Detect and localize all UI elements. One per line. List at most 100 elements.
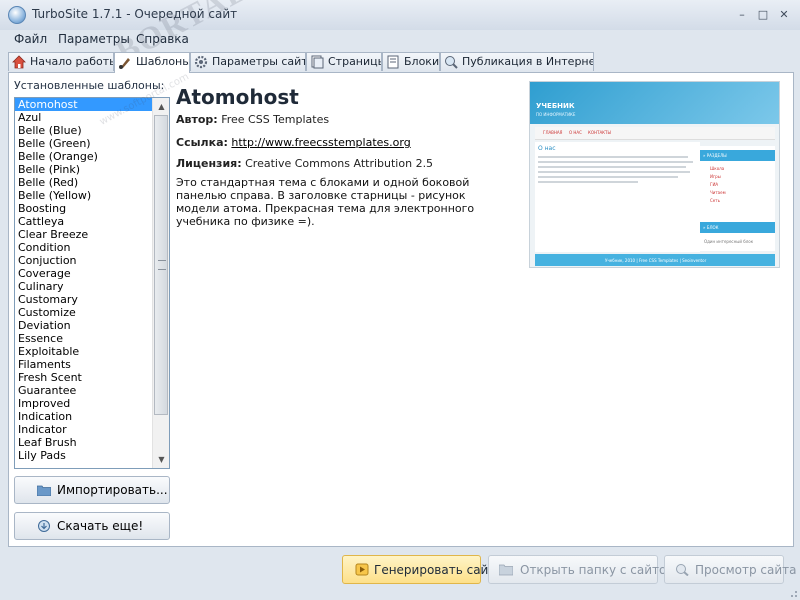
template-list-item[interactable]: Cattleya (15, 215, 152, 228)
template-list-item[interactable]: Coverage (15, 267, 152, 280)
tab-site-params[interactable]: Параметры сайта (190, 52, 306, 71)
download-icon (38, 520, 50, 532)
tab-strip: Начало работы Шаблоны Параметры сайта Ст… (8, 52, 792, 73)
template-list-item[interactable]: Belle (Red) (15, 176, 152, 189)
preview-sidebar-text: Один интересный блок (704, 239, 754, 244)
template-preview: УЧЕБНИК ПО ИНФОРМАТИКЕ ГЛАВНАЯ О НАС КОН… (529, 81, 780, 268)
license-value: Creative Commons Attribution 2.5 (245, 157, 434, 170)
template-list-item[interactable]: Essence (15, 332, 152, 345)
tab-templates[interactable]: Шаблоны (114, 52, 190, 73)
template-list-item[interactable]: Belle (Pink) (15, 163, 152, 176)
minimize-button[interactable]: – (734, 8, 750, 22)
preview-sidebar-head: » БЛОК (700, 222, 775, 233)
view-site-button[interactable]: Просмотр сайта (664, 555, 797, 584)
template-list-item[interactable]: Leaf Brush (15, 436, 152, 449)
template-list-item[interactable]: Lily Pads (15, 449, 152, 462)
folder-icon (37, 485, 51, 496)
template-list-item[interactable]: Conjuction (15, 254, 152, 267)
blocks-icon (387, 55, 399, 69)
template-list-item[interactable]: Boosting (15, 202, 152, 215)
preview-text-line (538, 156, 688, 158)
magnifier-icon (676, 564, 689, 576)
template-list-item[interactable]: Exploitable (15, 345, 152, 358)
tab-blocks[interactable]: Блоки (382, 52, 440, 71)
close-button[interactable]: ✕ (776, 8, 792, 22)
tab-blocks-label: Блоки (404, 55, 440, 68)
tab-pages[interactable]: Страницы (306, 52, 382, 71)
preview-sidebar-item: Игры (710, 174, 721, 179)
template-list-item[interactable]: Fresh Scent (15, 371, 152, 384)
tab-publish[interactable]: Публикация в Интернете (440, 52, 594, 71)
preview-sidebar-item: Школа (710, 166, 725, 171)
template-list-item[interactable]: Culinary (15, 280, 152, 293)
template-list-item[interactable]: Filaments (15, 358, 152, 371)
import-button-label: Импортировать... (57, 483, 168, 497)
preview-sidebar-item: ГИА (710, 182, 719, 187)
generate-icon (355, 563, 369, 576)
maximize-button[interactable]: □ (755, 8, 771, 22)
templates-caption: Установленные шаблоны: (14, 79, 165, 92)
preview-sidebar-head-text: » БЛОК (703, 225, 719, 230)
preview-text-line (538, 161, 693, 163)
link-label: Ссылка: (176, 136, 228, 149)
view-site-label: Просмотр сайта (695, 563, 797, 577)
grip-icon (158, 260, 166, 270)
list-scrollbar[interactable]: ▲ ▼ (152, 98, 169, 468)
link-url[interactable]: http://www.freecsstemplates.org (231, 136, 410, 149)
template-list-item[interactable]: Belle (Orange) (15, 150, 152, 163)
generate-site-button[interactable]: Генерировать сайт (342, 555, 495, 584)
templates-list-items: Atomohost Azul Belle (Blue) Belle (Green) Be… (15, 98, 152, 462)
theme-name: Atomohost (176, 85, 299, 109)
preview-nav: ГЛАВНАЯ О НАС КОНТАКТЫ (535, 127, 775, 140)
tab-templates-label: Шаблоны (136, 55, 190, 68)
tab-start-label: Начало работы (30, 55, 114, 68)
template-list-item[interactable]: Belle (Yellow) (15, 189, 152, 202)
open-folder-button[interactable]: Открыть папку с сайтом (488, 555, 675, 584)
preview-text-line (538, 171, 690, 173)
preview-nav-item: О НАС (569, 130, 582, 135)
preview-title: УЧЕБНИК (536, 102, 575, 110)
preview-nav-item: КОНТАКТЫ (588, 130, 611, 135)
template-list-item[interactable]: Indication (15, 410, 152, 423)
preview-text-line (538, 181, 638, 183)
template-list-item[interactable]: Improved (15, 397, 152, 410)
resize-grip-icon[interactable] (788, 588, 798, 598)
template-list-item[interactable]: Customary (15, 293, 152, 306)
scroll-thumb[interactable] (154, 115, 168, 415)
download-more-button[interactable]: Скачать еще! (14, 512, 170, 540)
license-row: Лицензия: Creative Commons Attribution 2… (176, 157, 433, 170)
preview-subtitle: ПО ИНФОРМАТИКЕ (536, 112, 576, 117)
author-label: Автор: (176, 113, 218, 126)
scroll-down-icon[interactable]: ▼ (153, 451, 169, 468)
template-list-item[interactable]: Indicator (15, 423, 152, 436)
gear-icon (194, 55, 208, 69)
preview-body: О нас (535, 142, 700, 252)
template-list-item[interactable]: Customize (15, 306, 152, 319)
preview-sidebar: » РАЗДЕЛЫ Школа Игры ГИА Читаем Сеть » Б… (700, 146, 775, 251)
license-label: Лицензия: (176, 157, 242, 170)
preview-sidebar-item: Сеть (710, 198, 720, 203)
template-list-item[interactable]: Belle (Blue) (15, 124, 152, 137)
template-list-item[interactable]: Condition (15, 241, 152, 254)
preview-text-line (538, 176, 678, 178)
preview-header: УЧЕБНИК ПО ИНФОРМАТИКЕ (530, 82, 779, 124)
import-button[interactable]: Импортировать... (14, 476, 170, 504)
templates-list[interactable]: Atomohost Azul Belle (Blue) Belle (Green) Be… (14, 97, 170, 469)
pages-icon (311, 55, 324, 69)
tab-start[interactable]: Начало работы (8, 52, 114, 71)
menu-file[interactable]: Файл (14, 32, 47, 46)
brush-icon (119, 58, 130, 69)
folder-icon (499, 564, 513, 576)
template-list-item[interactable]: Clear Breeze (15, 228, 152, 241)
template-list-item[interactable]: Deviation (15, 319, 152, 332)
scroll-up-icon[interactable]: ▲ (153, 98, 169, 115)
template-list-item[interactable]: Azul (15, 111, 152, 124)
open-folder-label: Открыть папку с сайтом (520, 563, 676, 577)
template-list-item[interactable]: Guarantee (15, 384, 152, 397)
preview-nav-item: ГЛАВНАЯ (543, 130, 563, 135)
author-row: Автор: Free CSS Templates (176, 113, 329, 126)
preview-sidebar-head-text: » РАЗДЕЛЫ (703, 153, 727, 158)
preview-heading: О нас (538, 145, 556, 152)
preview-sidebar-head: » РАЗДЕЛЫ (700, 150, 775, 161)
template-list-item[interactable]: Belle (Green) (15, 137, 152, 150)
